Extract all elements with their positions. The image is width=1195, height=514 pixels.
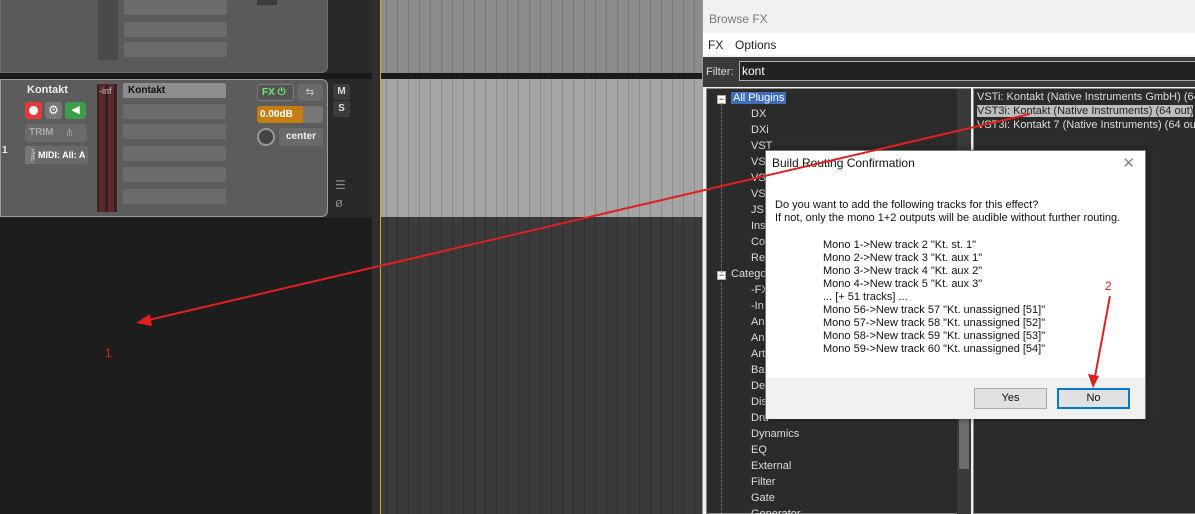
annotation-arrow-2: [1093, 295, 1111, 383]
annotation-label-1: 1: [105, 346, 112, 360]
reaper-window: Kontakt 1 ⚙ ◀ TRIM ⋔ PRE MIDI: All: A -i…: [0, 0, 1195, 514]
annotation-arrowhead-1: [136, 314, 152, 326]
annotation-arrowhead-2: [1088, 374, 1099, 388]
annotation-label-2: 2: [1105, 279, 1112, 293]
annotation-overlay: [136, 113, 1111, 388]
annotation-arrow-1: [139, 113, 1031, 323]
